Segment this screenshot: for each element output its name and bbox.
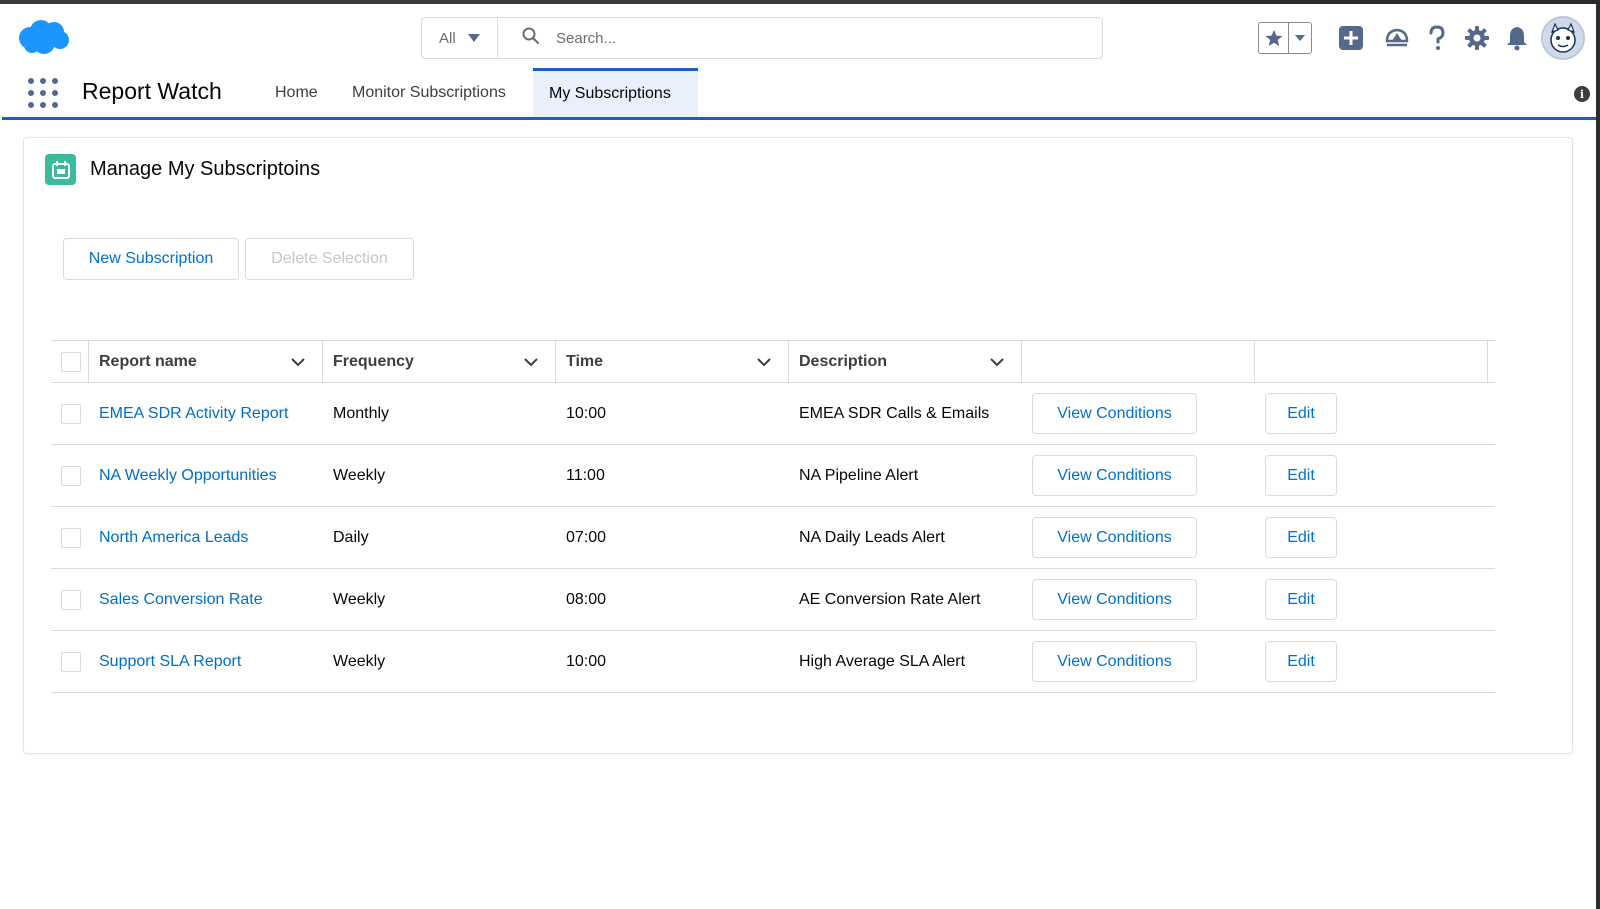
report-name-link[interactable]: North America Leads <box>89 507 323 569</box>
row-checkbox[interactable] <box>61 651 81 672</box>
report-name-link[interactable]: NA Weekly Opportunities <box>89 445 323 507</box>
column-label: Description <box>799 352 888 370</box>
table-row: North America Leads Daily 07:00 NA Daily… <box>51 507 1495 569</box>
plus-icon[interactable] <box>1331 18 1371 58</box>
chevron-down-icon[interactable] <box>290 354 306 370</box>
window-frame-right <box>1596 0 1600 909</box>
time-cell: 07:00 <box>566 528 607 546</box>
header-utilities <box>1258 16 1585 60</box>
tab-home[interactable]: Home <box>259 68 334 117</box>
view-conditions-button[interactable]: View Conditions <box>1032 517 1197 558</box>
table-header: Report name Frequency Time Description <box>51 340 1495 383</box>
new-subscription-button[interactable]: New Subscription <box>63 238 239 280</box>
column-header-view-conditions <box>1022 341 1255 382</box>
column-header-report-name[interactable]: Report name <box>89 341 323 382</box>
bell-icon[interactable] <box>1497 18 1537 58</box>
time-cell: 08:00 <box>566 590 607 608</box>
search-box <box>498 18 1102 58</box>
help-question-icon[interactable] <box>1417 18 1457 58</box>
frequency-cell: Monthly <box>333 404 390 422</box>
trailhead-icon[interactable] <box>1377 18 1417 58</box>
report-name-link[interactable]: Support SLA Report <box>89 631 323 693</box>
description-cell: EMEA SDR Calls & Emails <box>799 404 990 422</box>
header-select-all <box>51 341 89 382</box>
gear-icon[interactable] <box>1457 18 1497 58</box>
table-row: Support SLA Report Weekly 10:00 High Ave… <box>51 631 1495 693</box>
description-cell: High Average SLA Alert <box>799 652 966 670</box>
column-label: Time <box>566 352 604 370</box>
edit-button[interactable]: Edit <box>1265 393 1337 434</box>
time-cell: 11:00 <box>566 466 605 484</box>
search-icon <box>522 27 540 50</box>
chevron-down-icon[interactable] <box>989 354 1005 370</box>
favorites-dropdown-chevron-icon[interactable] <box>1289 23 1311 53</box>
edit-button[interactable]: Edit <box>1265 641 1337 682</box>
description-cell: AE Conversion Rate Alert <box>799 590 981 608</box>
view-conditions-button[interactable]: View Conditions <box>1032 455 1197 496</box>
column-header-frequency[interactable]: Frequency <box>323 341 556 382</box>
app-name: Report Watch <box>82 78 222 104</box>
time-cell: 10:00 <box>566 652 607 670</box>
tab-my-subscriptions[interactable]: My Subscriptions <box>533 68 698 117</box>
report-name-link[interactable]: Sales Conversion Rate <box>89 569 323 631</box>
time-cell: 10:00 <box>566 404 607 422</box>
favorites-button-group <box>1258 22 1312 54</box>
global-search: All <box>421 17 1103 59</box>
description-cell: NA Daily Leads Alert <box>799 528 945 546</box>
view-conditions-button[interactable]: View Conditions <box>1032 641 1197 682</box>
table-row: EMEA SDR Activity Report Monthly 10:00 E… <box>51 383 1495 445</box>
table-row: Sales Conversion Rate Weekly 08:00 AE Co… <box>51 569 1495 631</box>
app-launcher-waffle-icon[interactable] <box>28 78 58 108</box>
card-title: Manage My Subscriptoins <box>90 158 321 180</box>
column-header-description[interactable]: Description <box>789 341 1022 382</box>
report-name-link[interactable]: EMEA SDR Activity Report <box>89 383 323 445</box>
subscriptions-card: Manage My Subscriptoins New Subscription… <box>23 137 1573 754</box>
frequency-cell: Weekly <box>333 466 386 484</box>
calendar-icon <box>45 154 76 185</box>
tab-monitor-subscriptions[interactable]: Monitor Subscriptions <box>336 68 522 117</box>
row-checkbox[interactable] <box>61 403 81 424</box>
global-header: All <box>0 4 1596 68</box>
view-conditions-button[interactable]: View Conditions <box>1032 579 1197 620</box>
app-navigation-bar: Report Watch Home Monitor Subscriptions … <box>2 68 1596 120</box>
row-checkbox[interactable] <box>61 527 81 548</box>
chevron-down-icon <box>467 34 480 42</box>
column-header-time[interactable]: Time <box>556 341 789 382</box>
search-scope-dropdown[interactable]: All <box>422 18 498 58</box>
info-icon[interactable]: i <box>1574 86 1590 102</box>
select-all-checkbox[interactable] <box>61 351 81 372</box>
description-cell: NA Pipeline Alert <box>799 466 919 484</box>
frequency-cell: Weekly <box>333 590 386 608</box>
frequency-cell: Weekly <box>333 652 386 670</box>
view-conditions-button[interactable]: View Conditions <box>1032 393 1197 434</box>
chevron-down-icon[interactable] <box>523 354 539 370</box>
edit-button[interactable]: Edit <box>1265 517 1337 558</box>
delete-selection-button[interactable]: Delete Selection <box>245 238 414 280</box>
user-avatar[interactable] <box>1541 16 1585 60</box>
subscriptions-table: Report name Frequency Time Description E… <box>51 340 1495 693</box>
row-checkbox[interactable] <box>61 589 81 610</box>
search-input[interactable] <box>556 29 1076 47</box>
table-row: NA Weekly Opportunities Weekly 11:00 NA … <box>51 445 1495 507</box>
edit-button[interactable]: Edit <box>1265 579 1337 620</box>
star-icon[interactable] <box>1259 23 1289 53</box>
column-label: Frequency <box>333 352 414 370</box>
row-checkbox[interactable] <box>61 465 81 486</box>
frequency-cell: Daily <box>333 528 369 546</box>
column-header-edit <box>1255 341 1488 382</box>
salesforce-logo-icon[interactable] <box>16 18 70 56</box>
search-scope-label: All <box>439 29 456 47</box>
column-label: Report name <box>99 352 197 370</box>
edit-button[interactable]: Edit <box>1265 455 1337 496</box>
chevron-down-icon[interactable] <box>756 354 772 370</box>
